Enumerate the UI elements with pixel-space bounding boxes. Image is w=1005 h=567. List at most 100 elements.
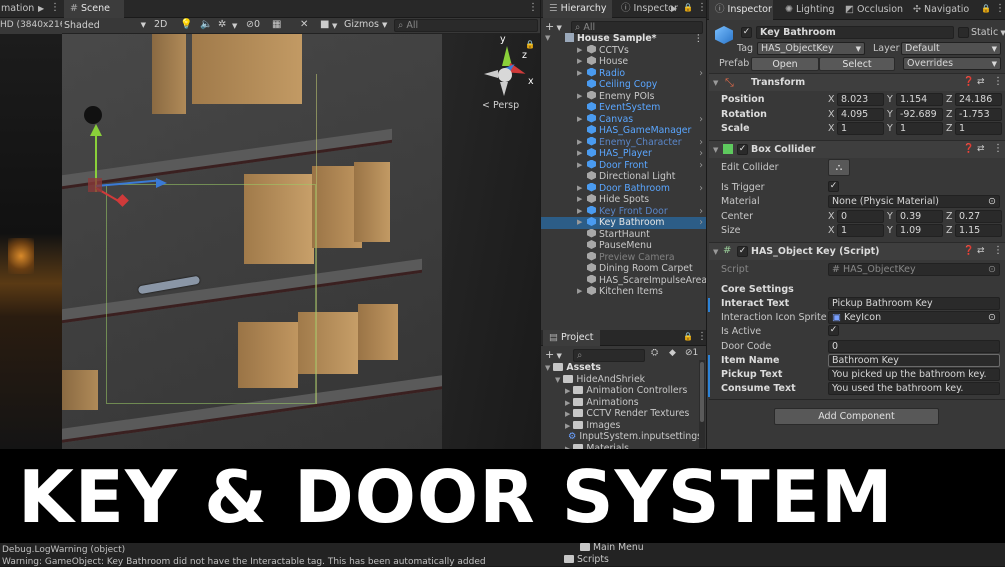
kebab-menu-icon[interactable]: ⋮ [50,2,60,13]
project-item[interactable]: ▶ Animations [565,397,639,409]
static-checkbox[interactable] [958,27,969,38]
tab-hierarchy[interactable]: ☰ Hierarchy [543,0,613,18]
foldout-arrow-icon[interactable]: ▼ [713,248,718,256]
prefab-open-button[interactable]: Open [751,57,819,71]
lighting-toggle-icon[interactable]: 💡 [180,19,192,30]
item-name-input[interactable]: Bathroom Key [828,354,1000,367]
console-line[interactable]: Debug.LogWarning (object) [2,545,125,555]
tab-project[interactable]: ▤ Project [543,330,600,346]
box-collider-enabled-checkbox[interactable]: ✓ [737,144,748,155]
tag-dropdown[interactable]: HAS_ObjectKey ▼ [757,42,865,55]
project-item[interactable]: ⚙ InputSystem.inputsettings [565,431,701,443]
expand-arrow-icon[interactable]: ▶ [577,286,582,298]
consume-text-input[interactable]: You used the bathroom key. [828,382,1000,395]
expand-arrow-icon[interactable]: ▶ [577,68,582,80]
expand-arrow-icon[interactable]: ▶ [565,399,570,407]
project-item[interactable]: Scripts [564,554,609,566]
help-icon[interactable]: ❓ [963,77,974,87]
resolution-dropdown[interactable]: HD (3840x2160) [0,20,62,30]
prefab-select-button[interactable]: Select [819,57,895,71]
chevron-right-icon[interactable]: ▶ [671,4,677,13]
hierarchy-item[interactable]: Preview Camera [541,251,707,264]
position-z-axis-label[interactable]: Z [946,94,953,105]
expand-arrow-icon[interactable]: ▶ [577,91,582,103]
hierarchy-item[interactable]: PauseMenu [541,240,707,252]
expand-arrow-icon[interactable]: ▶ [577,160,582,172]
hierarchy-item[interactable]: ▶ HAS_Player › [541,148,707,160]
hierarchy-item[interactable]: ▶ Key Front Door › [541,205,707,218]
kebab-menu-icon[interactable]: ⋮ [995,3,1005,14]
scale-z-input[interactable]: 1 [955,122,1002,135]
expand-arrow-icon[interactable]: ▶ [577,45,582,57]
kebab-menu-icon[interactable]: ⋮ [993,76,1003,87]
expand-arrow-icon[interactable]: ▶ [577,206,582,218]
edit-collider-button[interactable]: ⛬ [828,159,850,176]
foldout-arrow-icon[interactable]: ▼ [713,79,718,87]
expand-arrow-icon[interactable]: ▶ [577,56,582,68]
hierarchy-item[interactable]: EventSystem [541,102,707,114]
gizmos-dropdown[interactable]: Gizmos ▼ [344,19,387,30]
expand-arrow-icon[interactable]: ▶ [577,148,582,160]
expand-arrow-icon[interactable]: ▶ [565,410,570,418]
hierarchy-item[interactable]: HAS_GameManager [541,125,707,137]
tab-scene[interactable]: # Scene [64,0,124,18]
scale-y-axis-label[interactable]: Y [887,123,893,134]
open-prefab-icon[interactable]: › [699,217,703,229]
expand-arrow-icon[interactable]: ▼ [555,376,560,384]
expand-arrow-icon[interactable]: ▼ [545,33,550,45]
open-prefab-icon[interactable]: › [699,68,703,80]
rotation-z-axis-label[interactable]: Z [946,109,953,120]
hierarchy-item[interactable]: HAS_ScareImpulseArea [541,274,707,287]
object-picker-icon[interactable]: ⊙ [988,196,996,207]
lock-icon[interactable]: 🔒 [981,4,991,13]
center-z-axis-label[interactable]: Z [946,211,953,222]
toggle-2d-button[interactable]: 2D [154,19,167,30]
transform-header[interactable]: ▼ ⤡ Transform ❓ ⇄ ⋮ [709,73,1005,91]
orientation-gizmo[interactable]: y z x [478,34,534,100]
box-collider-gizmo[interactable] [106,184,316,404]
hidden-packages-icon[interactable]: ⊘1 [685,348,698,358]
shading-mode-dropdown[interactable]: Shaded ▼ [64,19,148,32]
size-z-input[interactable]: 1.15 [955,224,1002,237]
pickup-text-input[interactable]: You picked up the bathroom key. [828,368,1000,381]
help-icon[interactable]: ❓ [963,144,974,154]
hierarchy-item[interactable]: StartHaunt [541,228,707,241]
project-item[interactable]: ▶ Animation Controllers [565,385,687,397]
rotation-z-input[interactable]: -1.753 [955,107,1002,121]
hierarchy-item[interactable]: ▶ Key Bathroom › [541,217,707,229]
rotation-x-axis-label[interactable]: X [828,109,835,120]
hidden-objects-icon[interactable]: ⊘0 [246,19,260,30]
position-z-input[interactable]: 24.186 [955,93,1002,106]
expand-arrow-icon[interactable]: ▶ [577,183,582,195]
tab-inspector[interactable]: ⓘ Inspector [709,0,773,20]
tab-occlusion[interactable]: ◩ Occlusion [839,0,909,20]
open-prefab-icon[interactable]: › [699,206,703,218]
hierarchy-item[interactable]: ▶ Radio › [541,67,707,80]
kebab-menu-icon[interactable]: ⋮ [993,143,1003,154]
expand-arrow-icon[interactable]: ▶ [565,387,570,395]
scale-z-axis-label[interactable]: Z [946,123,953,134]
box-collider-header[interactable]: ▼ ✓ Box Collider ❓ ⇄ ⋮ [709,140,1005,158]
door-code-input[interactable]: 0 [828,340,1000,353]
chevron-down-icon[interactable]: ▼ [332,22,337,30]
hierarchy-item[interactable]: Ceiling Copy [541,79,707,91]
hierarchy-item[interactable]: ▶ Canvas › [541,113,707,126]
hierarchy-item[interactable]: ▶ Door Front › [541,159,707,172]
camera-icon[interactable]: ■ [320,19,329,30]
tab-navigation[interactable]: ✣ Navigatio [907,0,975,20]
tools-icon[interactable]: ✕ [300,19,308,30]
center-z-input[interactable]: 0.27 [955,210,1002,223]
expand-arrow-icon[interactable]: ▶ [565,422,570,430]
preset-icon[interactable]: ⇄ [977,77,985,87]
position-x-input[interactable]: 8.023 [837,93,884,106]
filter-by-type-icon[interactable]: ⛭ [651,348,658,358]
is-trigger-checkbox[interactable]: ✓ [828,181,839,192]
hierarchy-item[interactable]: ▶ Kitchen Items [541,286,707,298]
kebab-menu-icon[interactable]: ⋮ [993,245,1003,256]
icon-sprite-field[interactable]: ▣ KeyIcon ⊙ [828,311,1000,324]
expand-arrow-icon[interactable]: ▶ [577,114,582,126]
center-y-axis-label[interactable]: Y [887,211,893,222]
position-y-input[interactable]: 1.154 [896,93,943,106]
preset-icon[interactable]: ⇄ [977,246,985,256]
preset-icon[interactable]: ⇄ [977,144,985,154]
